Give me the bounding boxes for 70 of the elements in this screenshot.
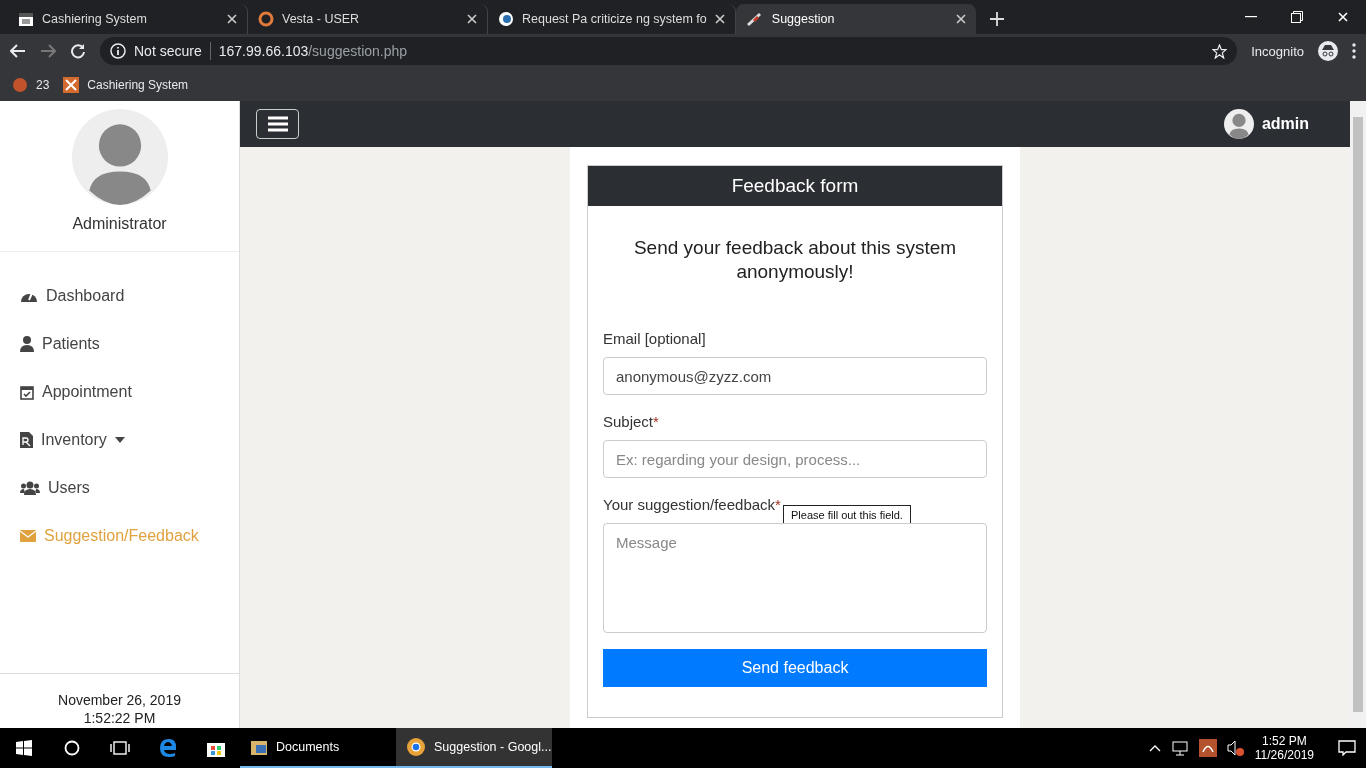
back-icon[interactable]	[10, 44, 26, 58]
close-icon[interactable]	[955, 14, 966, 24]
new-tab-icon[interactable]	[989, 12, 1004, 26]
input-field[interactable]: Ex: regarding your design, process...	[603, 440, 987, 478]
globe-icon	[498, 11, 514, 27]
minimize-icon[interactable]	[1245, 16, 1257, 18]
incognito-icon[interactable]	[1318, 41, 1338, 61]
notification-icon[interactable]	[1338, 740, 1356, 756]
clock-time: 1:52 PM	[1262, 734, 1307, 748]
browser-tab[interactable]: Suggestion	[735, 4, 976, 34]
chevron-up-icon[interactable]	[1148, 744, 1161, 752]
info-icon	[110, 43, 126, 59]
nav-item[interactable]: Patients	[0, 320, 239, 368]
close-icon[interactable]	[714, 14, 725, 24]
time-text: 1:52:22 PM	[83, 710, 156, 726]
badge-icon	[12, 76, 28, 93]
nav-item[interactable]: Inventory	[0, 416, 239, 464]
input-field[interactable]: anonymous@zyzz.com	[603, 357, 987, 395]
reload-icon[interactable]	[70, 43, 86, 59]
prescription-file-icon	[20, 432, 33, 448]
ring-icon	[258, 11, 274, 27]
nav-item[interactable]: Appointment	[0, 368, 239, 416]
url-text: 167.99.66.103/suggestion.php	[218, 43, 408, 59]
security-label: Not secure	[134, 43, 202, 59]
user-name[interactable]: admin	[1261, 115, 1309, 133]
network-icon[interactable]	[1170, 740, 1189, 756]
taskbar-app[interactable]: Suggestion - Googl...	[396, 728, 552, 768]
bookmark[interactable]: 23	[12, 76, 50, 93]
date-text: November 26, 2019	[58, 692, 181, 708]
nav-item[interactable]: Dashboard	[0, 272, 239, 320]
address-bar[interactable]: Not secure 167.99.66.103/suggestion.php	[100, 37, 1238, 65]
menu-icon	[267, 116, 288, 132]
windows-icon[interactable]	[16, 740, 32, 756]
bookmark[interactable]: Cashiering System	[63, 76, 189, 93]
card-title: Feedback form	[588, 166, 1002, 206]
close-icon[interactable]	[227, 14, 237, 24]
user-name: Administrator	[72, 215, 167, 233]
calendar-check-icon	[20, 384, 34, 400]
users-icon	[20, 481, 40, 495]
restore-icon[interactable]	[1291, 11, 1303, 23]
scrollbar-thumb[interactable]	[1353, 117, 1363, 712]
send-button[interactable]: Send feedback	[603, 649, 987, 687]
envelope-icon	[20, 530, 36, 542]
form-heading: Send your feedback about this system anonymously!	[632, 236, 958, 284]
profile-label: Incognito	[1251, 43, 1304, 59]
nav-item[interactable]: Users	[0, 464, 239, 512]
menu-icon[interactable]	[1352, 43, 1356, 59]
browser-icon[interactable]	[158, 738, 178, 758]
task-view-icon[interactable]	[110, 740, 130, 756]
app-tray-icon[interactable]	[1198, 739, 1217, 757]
clock-date: 11/26/2019	[1254, 748, 1314, 762]
person-icon	[20, 336, 34, 352]
avatar-icon	[71, 109, 168, 205]
volume-muted-icon[interactable]	[1226, 740, 1245, 756]
forward-icon[interactable]	[40, 44, 56, 58]
message-field[interactable]: Message	[603, 523, 987, 633]
calendar-icon	[18, 11, 34, 27]
star-icon[interactable]	[1212, 43, 1228, 59]
app-icon	[63, 76, 80, 93]
syringe-icon	[745, 11, 764, 27]
validation-tooltip: Please fill out this field.	[783, 505, 911, 525]
field-label: Email [optional]	[603, 330, 706, 347]
avatar-icon	[1223, 109, 1254, 139]
field-label: Subject*	[603, 413, 659, 430]
menu-button[interactable]	[256, 109, 299, 139]
folder-icon	[250, 738, 268, 756]
close-icon[interactable]	[467, 14, 477, 24]
search-icon[interactable]	[64, 740, 80, 756]
chrome-icon	[406, 737, 426, 757]
field-label: Your suggestion/feedback*	[603, 496, 781, 513]
